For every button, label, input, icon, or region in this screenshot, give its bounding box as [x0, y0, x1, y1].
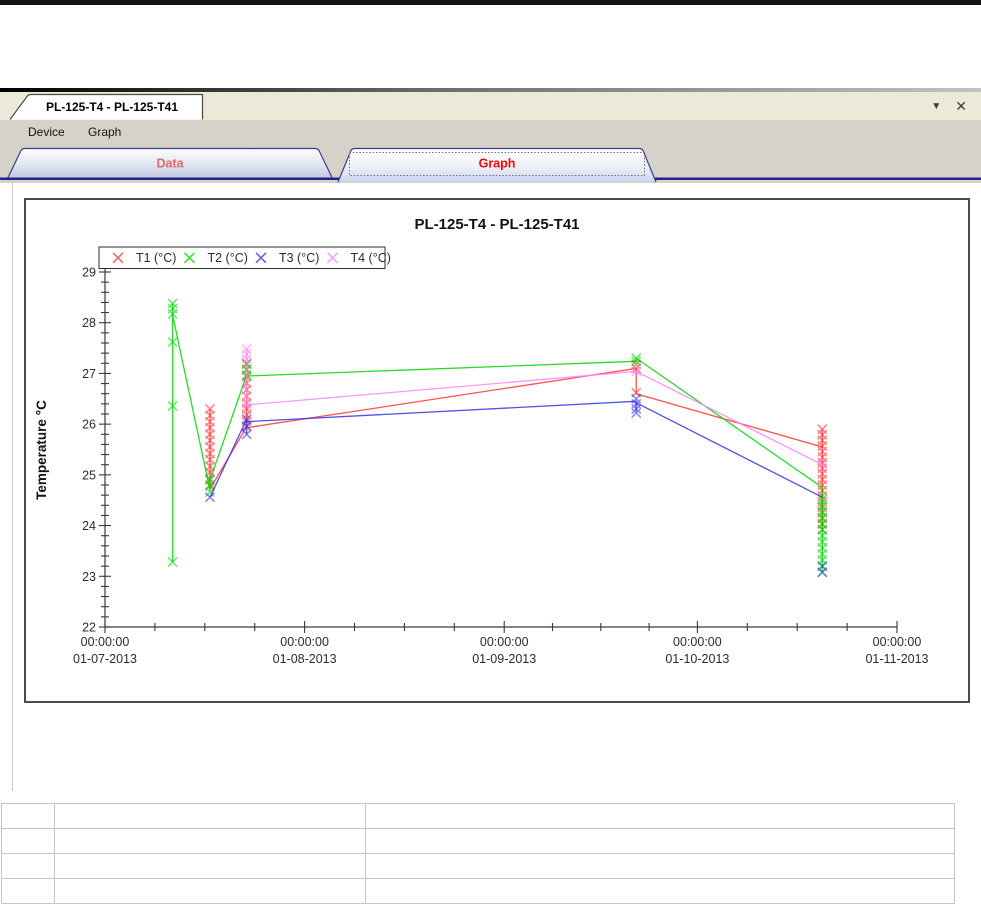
- y-tick-label: 22: [82, 621, 96, 635]
- y-tick-label: 29: [82, 266, 96, 280]
- table-row: [1, 878, 955, 904]
- table-cell[interactable]: [1, 803, 55, 829]
- x-tick-time-label: 00:00:00: [280, 635, 329, 649]
- table-row: [1, 828, 955, 854]
- close-icon[interactable]: ✕: [955, 98, 967, 115]
- legend-label-T2: T2 (°C): [208, 251, 248, 265]
- chart-frame: PL-125-T4 - PL-125-T41 Temperature °C 22 23…: [24, 198, 970, 703]
- strip-controls: ▼ ✕: [931, 96, 967, 116]
- y-tick-label: 24: [82, 519, 96, 533]
- series-line-T1: [209, 363, 823, 531]
- menu-item-device[interactable]: Device: [28, 125, 65, 139]
- document-tab[interactable]: PL-125-T4 - PL-125-T41: [6, 92, 216, 120]
- temperature-chart: PL-125-T4 - PL-125-T41 Temperature °C 22 23…: [34, 216, 929, 666]
- x-tick-time-label: 00:00:00: [873, 635, 922, 649]
- x-tick-date-label: 01-10-2013: [665, 652, 729, 666]
- series-markers-T2: [167, 298, 828, 578]
- series-line-T2: [171, 303, 823, 573]
- series-markers-T1: [204, 358, 828, 535]
- table-row: [1, 803, 955, 829]
- top-black-bar: [0, 0, 981, 5]
- table-cell[interactable]: [365, 828, 955, 854]
- table-cell[interactable]: [365, 878, 955, 904]
- table-cell[interactable]: [1, 828, 55, 854]
- x-tick-time-label: 00:00:00: [81, 635, 130, 649]
- panel-left-edge: [12, 183, 13, 791]
- document-tab-title: PL-125-T4 - PL-125-T41: [46, 100, 178, 114]
- legend-label-T1: T1 (°C): [136, 251, 176, 265]
- table-row: [1, 853, 955, 879]
- x-tick-date-label: 01-11-2013: [865, 652, 928, 666]
- chart-title: PL-125-T4 - PL-125-T41: [414, 216, 579, 233]
- x-tick-date-label: 01-09-2013: [472, 652, 536, 666]
- table-cell[interactable]: [1, 878, 55, 904]
- table-cell[interactable]: [1, 853, 55, 879]
- table-cell[interactable]: [54, 803, 366, 829]
- document-tab-strip: PL-125-T4 - PL-125-T41 ▼ ✕: [0, 92, 981, 120]
- legend-label-T3: T3 (°C): [279, 251, 319, 265]
- x-tick-time-label: 00:00:00: [673, 635, 722, 649]
- y-tick-label: 28: [82, 316, 96, 330]
- legend-label-T4: T4 (°C): [351, 251, 391, 265]
- table-cell[interactable]: [365, 853, 955, 879]
- page-tab-bar: Data Graph: [0, 146, 981, 183]
- bottom-table: [1, 803, 955, 904]
- y-tick-label: 27: [82, 367, 96, 381]
- x-tick-date-label: 01-08-2013: [273, 652, 337, 666]
- series-line-T3: [209, 400, 823, 498]
- y-tick-label: 23: [82, 570, 96, 584]
- tab-data-label[interactable]: Data: [156, 157, 184, 171]
- x-tick-time-label: 00:00:00: [480, 635, 529, 649]
- application-window: PL-125-T4 - PL-125-T41 ▼ ✕ Device Graph: [0, 0, 981, 905]
- tab-list-dropdown-icon[interactable]: ▼: [931, 101, 941, 112]
- tab-graph-label[interactable]: Graph: [479, 157, 516, 171]
- table-cell[interactable]: [54, 878, 366, 904]
- table-cell[interactable]: [54, 853, 366, 879]
- menu-item-graph[interactable]: Graph: [88, 125, 121, 139]
- y-tick-label: 25: [82, 468, 96, 482]
- table-cell[interactable]: [54, 828, 366, 854]
- y-axis-label: Temperature °C: [34, 400, 49, 500]
- x-tick-date-label: 01-07-2013: [73, 652, 137, 666]
- menu-bar: Device Graph: [0, 120, 981, 146]
- table-cell[interactable]: [365, 803, 955, 829]
- y-tick-label: 26: [82, 418, 96, 432]
